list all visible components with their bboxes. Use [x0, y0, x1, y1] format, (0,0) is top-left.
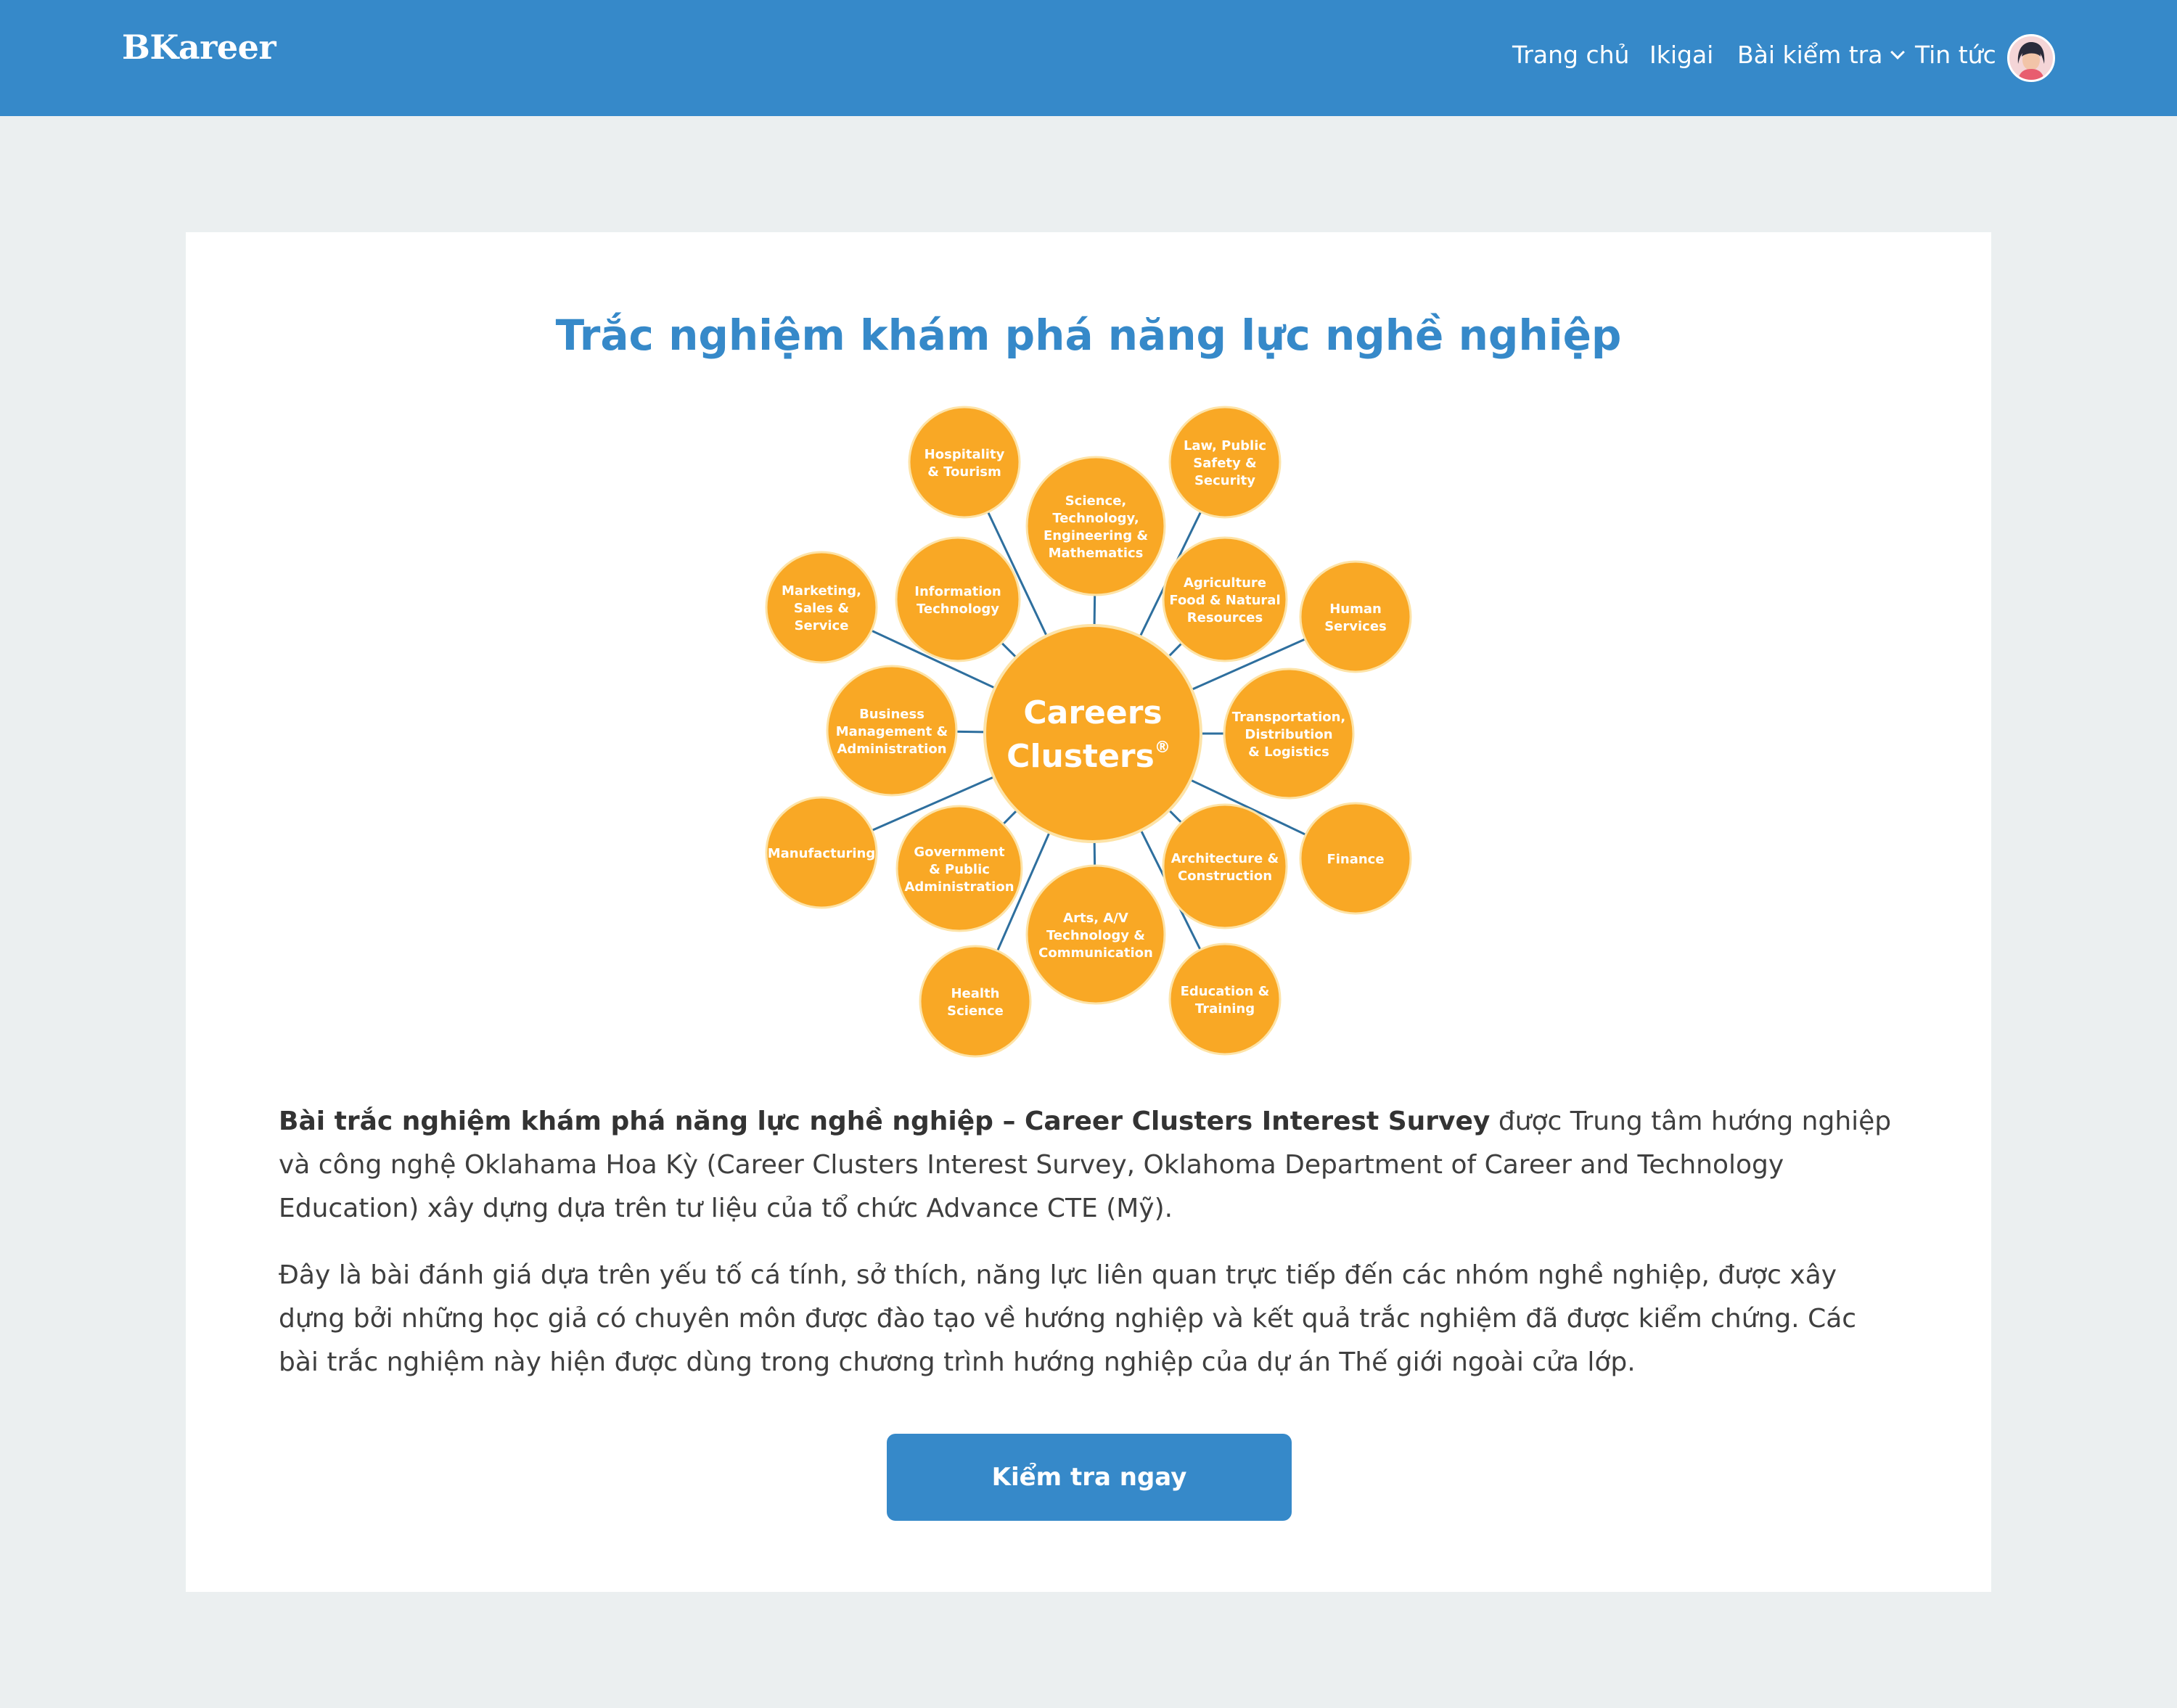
intro-paragraph: Bài trắc nghiệm khám phá năng lực nghề n… [279, 1100, 1904, 1231]
page-title: Trắc nghiệm khám phá năng lực nghề nghiệ… [555, 311, 1622, 360]
cluster-bubble [908, 406, 1021, 519]
nav-item-tests-label: Bài kiểm tra [1737, 41, 1883, 69]
cluster-bubble [1299, 560, 1412, 673]
cluster-bubble [1025, 456, 1166, 596]
user-avatar[interactable] [2007, 34, 2055, 82]
cluster-label: Law, Public Safety & Security [1184, 438, 1266, 488]
cluster-label: Manufacturing [768, 846, 876, 861]
center-bubble [983, 624, 1202, 843]
career-clusters-diagram: Hospitality & TourismScience, Technology, E… [765, 406, 1412, 1058]
intro-paragraph-bold: Bài trắc nghiệm khám phá năng lực nghề n… [279, 1106, 1491, 1136]
chevron-down-icon [1890, 45, 1906, 59]
brand-logo[interactable]: BKareer [122, 28, 276, 67]
cluster-label: Finance [1327, 852, 1384, 867]
avatar-icon [2017, 42, 2045, 80]
nav-item-ikigai[interactable]: Ikigai [1649, 41, 1713, 69]
cluster-bubble [895, 536, 1021, 662]
cluster-bubble [1162, 803, 1288, 929]
nav-item-home[interactable]: Trang chủ [1512, 41, 1629, 69]
cluster-bubble [919, 945, 1032, 1058]
start-test-button[interactable]: Kiểm tra ngay [887, 1434, 1292, 1521]
nav-item-tests[interactable]: Bài kiểm tra [1737, 41, 1906, 69]
survey-intro-card: Trắc nghiệm khám phá năng lực nghề nghiệ… [186, 232, 1991, 1592]
description-paragraph: Đây là bài đánh giá dựa trên yếu tố cá t… [279, 1260, 1857, 1377]
cluster-bubble [1168, 943, 1282, 1056]
cluster-label: Transportation, Distribution & Logistics [1232, 710, 1346, 760]
nav-item-news[interactable]: Tin tức [1915, 41, 1996, 69]
top-navbar: BKareer Trang chủ Ikigai Bài kiểm tra Ti… [0, 0, 2177, 116]
